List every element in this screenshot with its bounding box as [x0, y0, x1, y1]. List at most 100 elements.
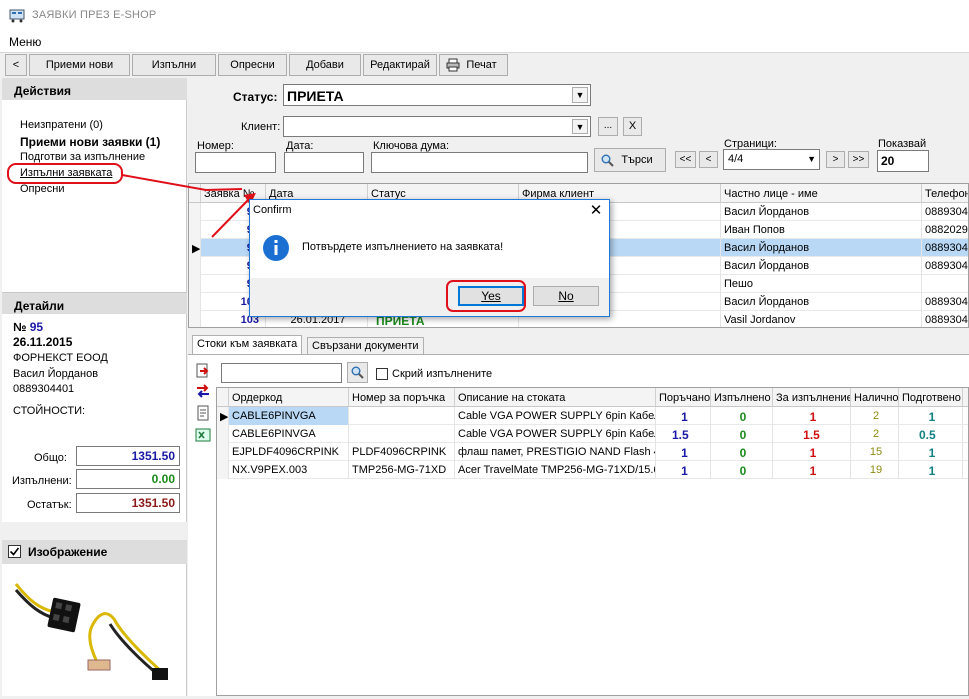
action-refresh[interactable]: Опресни [20, 183, 64, 195]
check-icon [9, 547, 20, 556]
action-receive-new[interactable]: Приеми нови заявки (1) [20, 135, 160, 149]
status-select[interactable]: ПРИЕТА ▼ [283, 84, 591, 106]
image-checkbox[interactable] [8, 545, 21, 558]
table-cell: TMP256-MG-71XD [349, 461, 455, 479]
back-button[interactable]: < [5, 54, 27, 76]
current-row-marker[interactable]: ▶ [217, 407, 229, 425]
col-extra[interactable] [963, 388, 968, 407]
first-page-button[interactable]: << [675, 151, 696, 168]
tab-related-docs[interactable]: Свързани документи [307, 337, 424, 354]
client-browse-button[interactable]: ... [598, 117, 618, 136]
table-cell: 2 [851, 407, 899, 425]
receive-new-button[interactable]: Приеми нови [29, 54, 130, 76]
print-button[interactable]: Печат [439, 54, 508, 76]
table-row[interactable]: ▶ CABLE6PINVGA Cable VGA POWER SUPPLY 6pin… [217, 407, 968, 425]
chevron-down-icon[interactable]: ▼ [572, 119, 588, 134]
table-cell: CABLE6PINVGA [229, 407, 349, 425]
chevron-down-icon[interactable]: ▼ [807, 154, 816, 164]
last-page-button[interactable]: >> [848, 151, 869, 168]
execute-button[interactable]: Изпълни [132, 54, 216, 76]
table-cell: 1 [656, 461, 711, 479]
client-clear-button[interactable]: X [623, 117, 642, 136]
table-cell: Acer TravelMate TMP256-MG-71XD/15.6 [455, 461, 656, 479]
row-header[interactable] [189, 293, 201, 311]
col-ordercode[interactable]: Ордеркод [229, 388, 349, 407]
execute-item-icon[interactable] [195, 363, 211, 379]
action-prepare[interactable]: Подготви за изпълнение [20, 151, 145, 163]
image-header: Изображение [2, 540, 187, 564]
col-description[interactable]: Описание на стоката [455, 388, 656, 407]
items-search-input[interactable] [221, 363, 342, 383]
table-cell: 0 [711, 461, 773, 479]
hide-done-checkbox[interactable] [376, 368, 388, 380]
col-person[interactable]: Частно лице - име [721, 184, 922, 203]
table-cell: Cable VGA POWER SUPPLY 6pin Кабел [455, 407, 656, 425]
product-image [2, 564, 187, 696]
tab-items[interactable]: Стоки към заявката [192, 335, 303, 354]
prev-page-button[interactable]: < [699, 151, 718, 168]
table-cell: 08893044 [922, 257, 968, 275]
cable-image [14, 583, 168, 680]
row-header-corner [217, 388, 229, 407]
table-cell: Васил Йорданов [721, 239, 922, 257]
detail-date: 26.11.2015 [13, 335, 73, 349]
window-title: ЗАЯВКИ ПРЕЗ E-SHOP [32, 9, 157, 21]
number-label: Номер: [197, 140, 234, 152]
table-row[interactable]: EJPLDF4096CRPINK PLDF4096CRPINK флаш памет… [217, 443, 968, 461]
table-cell: PLDF4096CRPINK [349, 443, 455, 461]
show-count-input[interactable]: 20 [877, 150, 929, 172]
details-header: Детайли [2, 292, 187, 315]
order-number: 95 [29, 320, 44, 334]
dialog-title: Confirm [253, 204, 292, 216]
swap-icon[interactable] [195, 383, 211, 399]
table-row[interactable]: CABLE6PINVGA Cable VGA POWER SUPPLY 6pin … [217, 425, 968, 443]
col-phone[interactable]: Телефон [922, 184, 968, 203]
col-ordered[interactable]: Поръчано [656, 388, 711, 407]
excel-icon[interactable] [195, 427, 211, 443]
table-cell: CABLE6PINVGA [229, 425, 349, 443]
action-unsent[interactable]: Неизпратени (0) [20, 119, 103, 131]
col-order-number[interactable]: Номер за поръчка [349, 388, 455, 407]
table-cell: флаш памет, PRESTIGIO NAND Flash 4 [455, 443, 656, 461]
table-cell: 19 [851, 461, 899, 479]
status-label: Статус: [233, 90, 278, 104]
table-row[interactable]: NX.V9PEX.003 TMP256-MG-71XD Acer TravelMat… [217, 461, 968, 479]
client-select[interactable]: ▼ [283, 116, 591, 137]
col-todo[interactable]: За изпълнение [773, 388, 851, 407]
highlight-ring [7, 163, 123, 184]
no-button[interactable]: No [533, 286, 599, 306]
search-button[interactable]: Търси [594, 148, 666, 172]
row-header[interactable] [189, 311, 201, 327]
table-cell: 08893044 [922, 239, 968, 257]
table-cell: Vasil Jordanov [721, 311, 922, 327]
table-cell: 1 [773, 407, 851, 425]
printer-icon [446, 58, 460, 72]
keyword-label: Ключова дума: [373, 140, 450, 152]
col-prepared[interactable]: Подготвено [899, 388, 963, 407]
col-done[interactable]: Изпълнено [711, 388, 773, 407]
add-button[interactable]: Добави [289, 54, 361, 76]
menu-item[interactable]: Меню [9, 35, 41, 49]
next-page-button[interactable]: > [826, 151, 845, 168]
chevron-down-icon[interactable]: ▼ [572, 87, 588, 103]
edit-button[interactable]: Редактирай [363, 54, 437, 76]
detail-company: ФОРНЕКСТ ЕООД [13, 352, 108, 364]
row-header[interactable] [217, 461, 229, 479]
close-icon[interactable]: ✕ [587, 201, 605, 219]
document-icon[interactable] [195, 405, 211, 421]
col-stock[interactable]: Налично [851, 388, 899, 407]
keyword-input[interactable] [371, 152, 588, 173]
show-count-value: 20 [881, 154, 895, 168]
refresh-button[interactable]: Опресни [218, 54, 287, 76]
table-cell: 08893044 [922, 293, 968, 311]
page-select[interactable]: 4/4 ▼ [723, 149, 820, 170]
row-header[interactable] [217, 443, 229, 461]
table-cell: 1 [656, 443, 711, 461]
row-header[interactable] [217, 425, 229, 443]
row-header[interactable] [189, 257, 201, 275]
row-header[interactable] [189, 275, 201, 293]
table-cell: EJPLDF4096CRPINK [229, 443, 349, 461]
date-input[interactable] [284, 152, 364, 173]
table-cell [922, 275, 968, 293]
items-search-button[interactable] [347, 362, 368, 383]
